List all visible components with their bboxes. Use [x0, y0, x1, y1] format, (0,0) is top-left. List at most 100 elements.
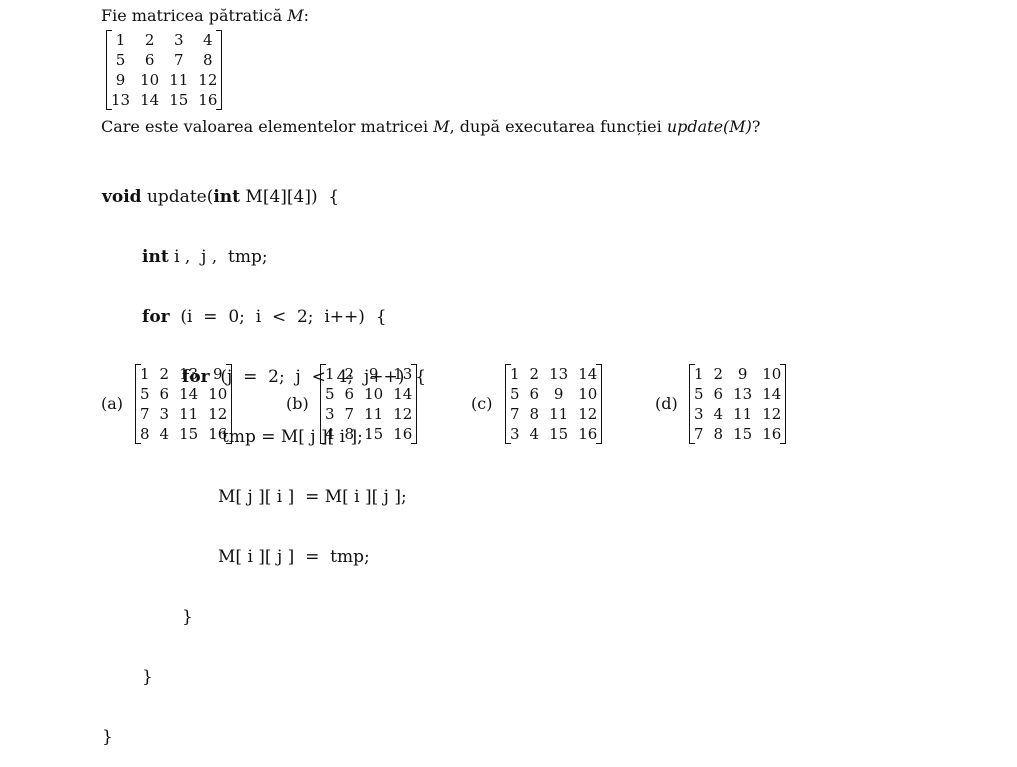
matrix-row: 7 8 11 12 — [505, 404, 602, 424]
matrix-cell: 6 — [159, 385, 170, 403]
matrix-cell: 11 — [179, 405, 199, 423]
code-text: } — [102, 727, 113, 747]
option-matrix-table: 1 2 13 9 5 6 14 10 7 3 11 12 8 4 15 16 — [135, 364, 232, 444]
code-text: M[4][4]) { — [240, 187, 340, 207]
option-label: (d) — [655, 394, 678, 413]
code-keyword: int — [142, 247, 169, 267]
matrix-row: 3 7 11 12 — [320, 404, 417, 424]
option-matrix-table: 1 2 9 13 5 6 10 14 3 7 11 12 4 8 15 16 — [320, 364, 417, 444]
matrix-row: 4 8 15 16 — [320, 424, 417, 444]
matrix-cell: 2 — [159, 365, 170, 383]
matrix-cell: 4 — [713, 405, 724, 423]
option-matrix-right-bracket — [226, 364, 233, 444]
code-text: } — [182, 607, 193, 627]
matrix-cell: 8 — [529, 405, 540, 423]
matrix-cell: 10 — [364, 385, 384, 403]
option-matrix-left-bracket — [135, 364, 141, 444]
option-label: (c) — [471, 394, 493, 413]
matrix-cell: 11 — [549, 405, 569, 423]
code-keyword: for — [142, 307, 170, 327]
matrix-cell: 15 — [364, 425, 384, 443]
code-line: int i , j , tmp; — [102, 247, 426, 267]
matrix-cell: 9 — [737, 365, 748, 383]
matrix-cell: 3 — [173, 31, 184, 49]
code-keyword: void — [102, 187, 142, 207]
matrix-m: 1234 5678 9 10 11 12 13 14 15 16 — [106, 30, 223, 110]
matrix-cell: 9 — [368, 365, 379, 383]
matrix-cell: 2 — [713, 365, 724, 383]
option-matrix-table: 1 2 9 10 5 6 13 14 3 4 11 12 7 8 15 16 — [689, 364, 786, 444]
intro-label: Fie matricea pătratică — [101, 6, 288, 25]
option-matrix: 1 2 9 13 5 6 10 14 3 7 11 12 4 8 15 16 — [320, 364, 418, 444]
question-text: Care este valoarea elementelor matricei … — [101, 117, 760, 136]
matrix-cell: 4 — [159, 425, 170, 443]
matrix-row: 1 2 13 9 — [135, 364, 232, 384]
option-matrix-right-bracket — [596, 364, 603, 444]
matrix-cell: 6 — [713, 385, 724, 403]
option-matrix-table: 1 2 13 14 5 6 9 10 7 8 11 12 3 4 15 16 — [505, 364, 602, 444]
matrix-cell: 7 — [173, 51, 184, 69]
code-line: } — [102, 667, 426, 687]
matrix-cell: 4 — [529, 425, 540, 443]
matrix-cell: 15 — [733, 425, 753, 443]
question-part: Care este valoarea elementelor matricei — [101, 117, 434, 136]
matrix-row: 13 14 15 16 — [106, 90, 222, 110]
matrix-cell: 14 — [179, 385, 199, 403]
matrix-cell: 9 — [553, 385, 564, 403]
option-matrix-right-bracket — [411, 364, 418, 444]
matrix-row: 5 6 14 10 — [135, 384, 232, 404]
code-text: (i = 0; i < 2; i++) { — [169, 307, 387, 327]
matrix-row: 7 3 11 12 — [135, 404, 232, 424]
matrix-cell: 2 — [344, 365, 355, 383]
matrix-row: 3 4 15 16 — [505, 424, 602, 444]
matrix-row: 1234 — [106, 30, 222, 50]
intro-text: Fie matricea pătratică M: — [101, 6, 309, 25]
option-matrix-left-bracket — [689, 364, 695, 444]
code-text: } — [142, 667, 153, 687]
matrix-row: 1 2 9 10 — [689, 364, 786, 384]
option-label: (a) — [101, 394, 124, 413]
matrix-row: 8 4 15 16 — [135, 424, 232, 444]
matrix-m-right-bracket — [216, 30, 223, 110]
matrix-cell: 15 — [179, 425, 199, 443]
code-text: update( — [141, 187, 214, 207]
matrix-cell: 13 — [733, 385, 753, 403]
matrix-m-left-bracket — [106, 30, 112, 110]
matrix-cell: 3 — [159, 405, 170, 423]
matrix-cell: 2 — [529, 365, 540, 383]
matrix-row: 5 6 13 14 — [689, 384, 786, 404]
code-line: } — [102, 727, 426, 747]
code-text: M[ i ][ j ] = tmp; — [218, 547, 370, 567]
question-part: ? — [751, 117, 761, 136]
matrix-cell: 15 — [549, 425, 569, 443]
matrix-cell: 11 — [364, 405, 384, 423]
matrix-cell: 15 — [169, 91, 189, 109]
code-block: void update(int M[4][4]) { int i , j , t… — [102, 147, 426, 767]
matrix-cell: 6 — [344, 385, 355, 403]
matrix-row: 9 10 11 12 — [106, 70, 222, 90]
question-function-name: update(M) — [666, 117, 752, 136]
option-matrix: 1 2 13 9 5 6 14 10 7 3 11 12 8 4 15 16 — [135, 364, 233, 444]
question-part: , după executarea funcției — [449, 117, 667, 136]
matrix-row: 3 4 11 12 — [689, 404, 786, 424]
matrix-cell: 14 — [140, 91, 160, 109]
code-line: void update(int M[4][4]) { — [102, 187, 426, 207]
matrix-cell: 6 — [529, 385, 540, 403]
intro-variable: M — [287, 6, 304, 25]
code-keyword: int — [213, 187, 241, 207]
matrix-cell: 2 — [144, 31, 155, 49]
matrix-cell: 11 — [169, 71, 189, 89]
option-label: (b) — [286, 394, 309, 413]
matrix-cell: 10 — [140, 71, 160, 89]
intro-colon: : — [303, 6, 310, 25]
matrix-row: 1 2 13 14 — [505, 364, 602, 384]
option-matrix-left-bracket — [320, 364, 326, 444]
option-matrix: 1 2 13 14 5 6 9 10 7 8 11 12 3 4 15 16 — [505, 364, 603, 444]
matrix-cell: 7 — [344, 405, 355, 423]
matrix-cell: 8 — [713, 425, 724, 443]
code-text: M[ j ][ i ] = M[ i ][ j ]; — [218, 487, 407, 507]
matrix-row: 7 8 15 16 — [689, 424, 786, 444]
option-matrix: 1 2 9 10 5 6 13 14 3 4 11 12 7 8 15 16 — [689, 364, 787, 444]
matrix-m-table: 1234 5678 9 10 11 12 13 14 15 16 — [106, 30, 222, 110]
option-matrix-left-bracket — [505, 364, 511, 444]
